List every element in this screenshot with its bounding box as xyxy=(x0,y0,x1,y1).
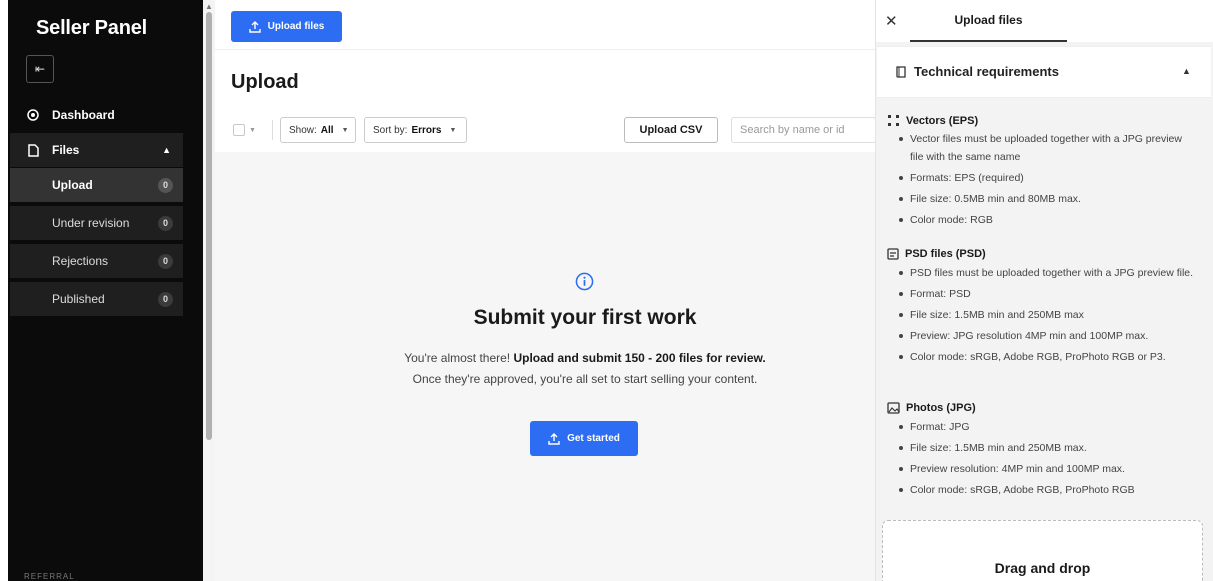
show-filter-select[interactable]: Show: All ▼ xyxy=(280,117,356,143)
requirements-title-label: Technical requirements xyxy=(914,64,1059,79)
list-item: File size: 1.5MB min and 250MB max. xyxy=(897,439,1197,457)
sidebar-item-under-revision[interactable]: Under revision 0 xyxy=(10,206,183,240)
sidebar-title: Seller Panel xyxy=(36,17,147,39)
sort-value: Errors xyxy=(411,124,442,136)
chevron-down-icon: ▼ xyxy=(449,126,457,134)
image-icon xyxy=(887,402,900,414)
list-item: Preview: JPG resolution 4MP min and 100M… xyxy=(897,327,1197,345)
list-item: Color mode: sRGB, Adobe RGB, ProPhoto RG… xyxy=(897,348,1197,366)
drag-drop-label: Drag and drop xyxy=(994,560,1091,576)
upload-csv-button[interactable]: Upload CSV xyxy=(624,117,718,143)
checkbox-box[interactable] xyxy=(233,124,245,136)
empty-text-bold: Upload and submit 150 - 200 files for re… xyxy=(513,351,766,365)
get-started-button[interactable]: Get started xyxy=(530,421,638,456)
upload-icon xyxy=(548,432,560,445)
chevron-down-icon[interactable]: ▼ xyxy=(249,127,256,134)
sidebar-item-label: Dashboard xyxy=(52,108,115,122)
empty-state-text: You're almost there! Upload and submit 1… xyxy=(402,348,768,390)
list-item: Formats: EPS (required) xyxy=(897,169,1197,187)
list-item: Format: PSD xyxy=(897,285,1197,303)
sidebar-item-label: Published xyxy=(52,292,105,306)
count-badge: 0 xyxy=(158,215,173,231)
sidebar-item-dashboard[interactable]: Dashboard xyxy=(10,98,183,132)
psd-title-label: PSD files (PSD) xyxy=(905,248,986,260)
page-title: Upload xyxy=(231,71,299,93)
chevron-down-icon: ▼ xyxy=(341,126,349,134)
scroll-up-icon[interactable]: ▲ xyxy=(205,2,213,11)
search-input[interactable]: Search by name or id xyxy=(731,117,876,143)
vectors-requirements-list: Vector files must be uploaded together w… xyxy=(897,130,1197,232)
count-badge: 0 xyxy=(158,253,173,269)
section-photos-title: Photos (JPG) xyxy=(887,402,976,414)
photos-title-label: Photos (JPG) xyxy=(906,402,976,414)
sort-select[interactable]: Sort by: Errors ▼ xyxy=(364,117,467,143)
show-value: All xyxy=(320,124,334,136)
psd-file-icon xyxy=(887,248,899,260)
upload-icon xyxy=(248,20,261,33)
section-vectors-title: Vectors (EPS) xyxy=(887,114,978,127)
collapse-sidebar-button[interactable]: ⇤ xyxy=(26,55,54,83)
show-label: Show: xyxy=(289,124,317,136)
empty-text-part: You're almost there! xyxy=(404,351,514,365)
info-icon xyxy=(575,272,594,291)
psd-requirements-list: PSD files must be uploaded together with… xyxy=(897,264,1197,369)
sidebar-item-label: Under revision xyxy=(52,216,130,230)
select-all-checkbox[interactable]: ▼ xyxy=(233,117,263,143)
file-icon xyxy=(26,143,40,157)
empty-state-title: Submit your first work xyxy=(473,306,697,329)
sidebar-item-label: Files xyxy=(52,143,80,157)
sidebar-item-rejections[interactable]: Rejections 0 xyxy=(10,244,183,278)
list-item: Format: JPG xyxy=(897,418,1197,436)
close-icon[interactable]: ✕ xyxy=(885,12,898,30)
upload-files-label: Upload files xyxy=(267,21,325,32)
upload-files-button[interactable]: Upload files xyxy=(231,11,342,42)
list-item: Preview resolution: 4MP min and 100MP ma… xyxy=(897,460,1197,478)
dashboard-icon xyxy=(26,109,40,121)
chevron-up-icon[interactable]: ▲ xyxy=(1182,66,1191,76)
book-icon xyxy=(896,65,906,78)
list-item: Vector files must be uploaded together w… xyxy=(897,130,1197,166)
requirements-title[interactable]: Technical requirements xyxy=(895,64,1059,79)
sidebar-item-published[interactable]: Published 0 xyxy=(10,282,183,316)
list-item: Color mode: RGB xyxy=(897,211,1197,229)
sidebar-item-label: Upload xyxy=(52,178,93,192)
collapse-left-icon: ⇤ xyxy=(34,62,46,76)
photos-requirements-list: Format: JPG File size: 1.5MB min and 250… xyxy=(897,418,1197,502)
sidebar-item-label: Rejections xyxy=(52,254,109,268)
sidebar-scrollbar[interactable]: ▲ xyxy=(203,0,215,581)
empty-text-part: Once they're approved, you're all set to… xyxy=(412,372,758,386)
sort-label: Sort by: xyxy=(373,124,408,136)
list-item: Color mode: sRGB, Adobe RGB, ProPhoto RG… xyxy=(897,481,1197,499)
sidebar-item-upload[interactable]: Upload 0 xyxy=(10,168,183,202)
count-badge: 0 xyxy=(158,291,173,307)
get-started-label: Get started xyxy=(567,433,620,444)
vector-icon xyxy=(888,115,899,126)
scrollbar-thumb[interactable] xyxy=(206,12,212,440)
sidebar-footer[interactable]: REFERRAL xyxy=(24,572,75,581)
chevron-up-icon: ▲ xyxy=(162,145,171,155)
list-item: File size: 0.5MB min and 80MB max. xyxy=(897,190,1197,208)
list-item: File size: 1.5MB min and 250MB max xyxy=(897,306,1197,324)
tab-upload-files[interactable]: Upload files xyxy=(910,0,1067,42)
toolbar-divider xyxy=(272,120,273,140)
vectors-title-label: Vectors (EPS) xyxy=(906,114,979,127)
count-badge: 0 xyxy=(158,177,173,193)
sidebar-item-files[interactable]: Files ▲ xyxy=(10,133,183,167)
list-item: PSD files must be uploaded together with… xyxy=(897,264,1197,282)
section-psd-title: PSD files (PSD) xyxy=(887,248,986,260)
